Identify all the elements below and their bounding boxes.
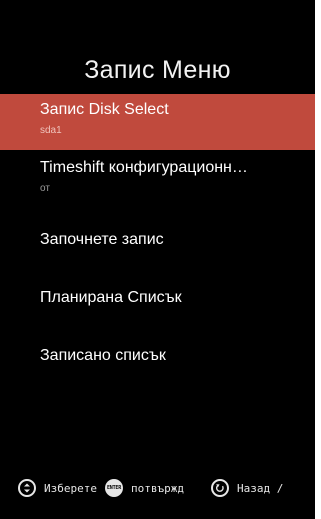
up-down-nav-icon bbox=[18, 479, 36, 497]
footer-hints: Изберете ENTER потвържд Назад / bbox=[18, 478, 315, 498]
back-arrow-icon bbox=[210, 479, 229, 497]
menu-item-value: sda1 bbox=[40, 125, 62, 136]
menu-list: Запис Disk Select sda1 Timeshift конфигу… bbox=[0, 94, 315, 384]
menu-item-recorded-list[interactable]: Записано списък bbox=[0, 326, 315, 382]
menu-item-label: Запис Disk Select bbox=[40, 101, 169, 118]
confirm-hint-label: потвържд bbox=[130, 481, 184, 495]
menu-item-label: Започнете запис bbox=[40, 231, 164, 248]
select-hint-label: Изберете bbox=[44, 481, 97, 495]
menu-item-value: от bbox=[40, 183, 50, 194]
record-menu-screen: Запис Меню Запис Disk Select sda1 Timesh… bbox=[0, 0, 321, 519]
menu-item-label: Записано списък bbox=[40, 347, 166, 364]
menu-item-label: Планирана Списък bbox=[40, 289, 182, 306]
menu-item-scheduled-list[interactable]: Планирана Списък bbox=[0, 268, 315, 324]
menu-title: Запис Меню bbox=[84, 56, 231, 84]
menu-item-label: Timeshift конфигурационн… bbox=[40, 159, 248, 176]
enter-key-icon: ENTER bbox=[104, 479, 123, 497]
menu-item-start-recording[interactable]: Започнете запис bbox=[0, 210, 315, 266]
menu-item-record-disk-select[interactable]: Запис Disk Select sda1 bbox=[0, 94, 315, 150]
right-edge-strip bbox=[315, 0, 321, 519]
menu-item-timeshift-config[interactable]: Timeshift конфигурационн… от bbox=[0, 152, 315, 208]
back-hint-label: Назад / bbox=[236, 481, 284, 495]
